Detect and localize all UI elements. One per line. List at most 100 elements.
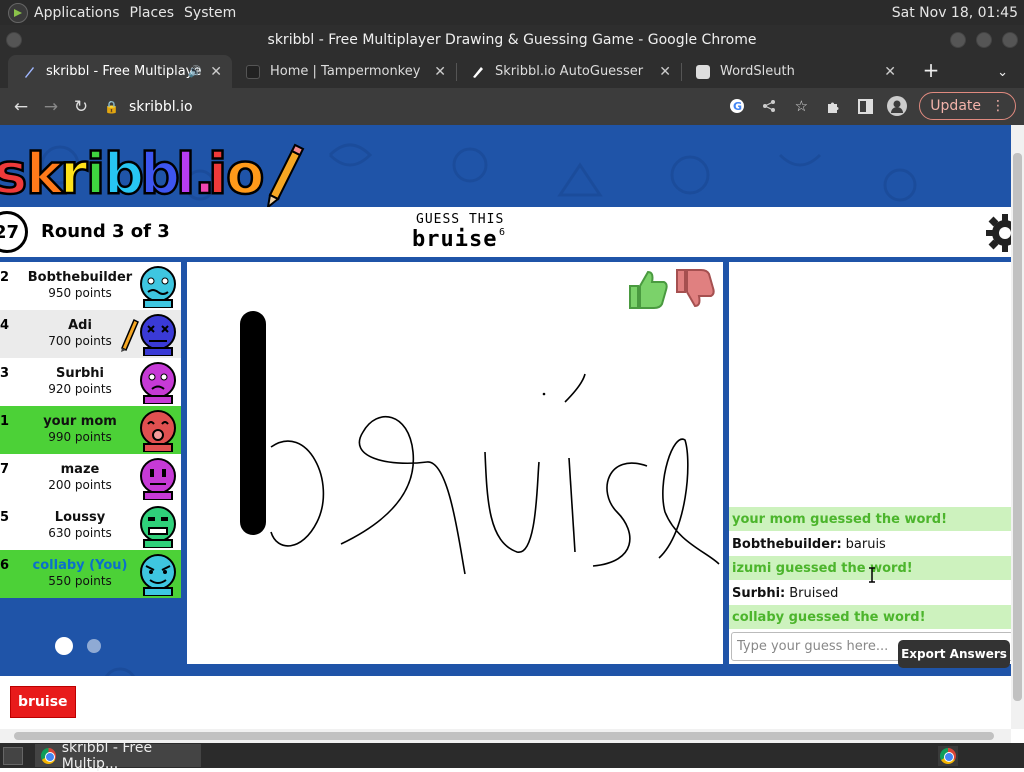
- page-footer-area: [0, 676, 1011, 729]
- tab-search-chevron-icon[interactable]: ⌄: [997, 65, 1008, 80]
- guess-this-label: GUESS THIS: [416, 212, 505, 227]
- close-tab-icon[interactable]: ✕: [659, 64, 671, 80]
- round-timer: 27: [0, 211, 28, 253]
- tab-skribbl[interactable]: skribbl - Free Multiplaye 🔊 ✕: [8, 55, 232, 88]
- clock[interactable]: Sat Nov 18, 01:45: [892, 5, 1024, 21]
- minimize-button[interactable]: [950, 32, 966, 48]
- update-button[interactable]: Update ⋮: [919, 92, 1016, 120]
- thumbs-up-icon[interactable]: [624, 266, 670, 312]
- tab-autoguesser[interactable]: Skribbl.io AutoGuesser ✕: [457, 55, 681, 88]
- menu-applications[interactable]: Applications: [34, 5, 130, 21]
- profile-avatar-icon[interactable]: [887, 96, 908, 116]
- vertical-scrollbar[interactable]: [1011, 125, 1024, 729]
- url-text[interactable]: skribbl.io: [129, 99, 193, 115]
- window-menu-icon[interactable]: [6, 32, 22, 48]
- svg-text:l: l: [176, 142, 194, 207]
- chat-message-correct: your mom guessed the word!: [729, 507, 1011, 531]
- svg-text:b: b: [140, 142, 179, 207]
- player-avatar-icon: [140, 458, 176, 500]
- player-rank: 4: [0, 318, 10, 333]
- svg-text:s: s: [0, 142, 26, 207]
- drawing-strokes: [240, 311, 720, 575]
- audio-playing-icon[interactable]: 🔊: [188, 65, 202, 78]
- tampermonkey-favicon-icon: [246, 64, 260, 79]
- player-row[interactable]: 6 collaby (You) 550 points: [0, 550, 181, 598]
- new-tab-button[interactable]: +: [916, 58, 946, 82]
- player-row[interactable]: 3 Surbhi 920 points: [0, 358, 181, 406]
- forward-arrow-icon[interactable]: →: [36, 97, 66, 117]
- svg-text:r: r: [60, 142, 88, 207]
- skribbl-favicon-icon: [22, 65, 36, 79]
- chat-message-correct: collaby guessed the word!: [729, 605, 1011, 629]
- chat-text: baruis: [845, 536, 886, 552]
- distro-logo-icon[interactable]: [8, 2, 28, 23]
- round-indicator: Round 3 of 3: [41, 221, 170, 242]
- close-window-button[interactable]: [1002, 32, 1018, 48]
- address-bar[interactable]: 🔒 skribbl.io: [104, 92, 804, 122]
- player-avatar-icon: [140, 314, 176, 356]
- thumbs-down-icon[interactable]: [671, 266, 717, 312]
- close-tab-icon[interactable]: ✕: [434, 64, 446, 80]
- export-answers-button[interactable]: Export Answers: [898, 640, 1010, 668]
- taskbar-task-label: skribbl - Free Multip...: [61, 739, 153, 772]
- window-title: skribbl - Free Multiplayer Drawing & Gue…: [267, 32, 757, 48]
- settings-gear-icon[interactable]: [985, 213, 1011, 253]
- tray-chrome-icon[interactable]: [938, 745, 958, 766]
- tab-wordsleuth[interactable]: WordSleuth ✕: [682, 55, 906, 88]
- bookmark-star-icon[interactable]: ☆: [791, 96, 811, 116]
- player-points: 990 points: [48, 430, 112, 444]
- extensions-puzzle-icon[interactable]: [823, 96, 843, 116]
- chrome-icon: [41, 747, 56, 764]
- back-arrow-icon[interactable]: ←: [6, 97, 36, 117]
- player-name: your mom: [43, 414, 117, 429]
- google-lens-icon[interactable]: G: [727, 96, 747, 116]
- player-name: maze: [60, 462, 100, 477]
- word-length: 6: [499, 227, 506, 238]
- tab-label: skribbl - Free Multiplaye: [46, 64, 202, 79]
- chat-text: Bruised: [789, 585, 839, 601]
- pager-dot-active[interactable]: [55, 637, 73, 655]
- kebab-menu-icon: ⋮: [991, 98, 1005, 114]
- lock-icon[interactable]: 🔒: [104, 100, 119, 114]
- reload-icon[interactable]: ↻: [66, 97, 96, 117]
- player-row[interactable]: 1 your mom 990 points: [0, 406, 181, 454]
- menu-places[interactable]: Places: [130, 5, 185, 21]
- drawing-canvas[interactable]: [187, 262, 723, 664]
- browser-toolbar: ← → ↻ 🔒 skribbl.io G ☆ Update ⋮: [0, 88, 1024, 125]
- svg-text:b: b: [104, 142, 143, 207]
- chat-message: Surbhi: Bruised: [729, 581, 1011, 605]
- player-points: 920 points: [48, 382, 112, 396]
- close-tab-icon[interactable]: ✕: [210, 64, 222, 80]
- player-name: Loussy: [54, 510, 106, 525]
- svg-text:i: i: [86, 142, 104, 207]
- tab-strip: skribbl - Free Multiplaye 🔊 ✕ Home | Tam…: [0, 55, 1024, 88]
- player-name: Surbhi: [55, 366, 105, 381]
- player-row[interactable]: 5 Loussy 630 points: [0, 502, 181, 550]
- side-panel-icon[interactable]: [855, 96, 875, 116]
- tab-label: WordSleuth: [720, 64, 795, 79]
- player-row[interactable]: 7 maze 200 points: [0, 454, 181, 502]
- close-tab-icon[interactable]: ✕: [884, 64, 896, 80]
- chat-message: Bobthebuilder: baruis: [729, 532, 1011, 556]
- svg-text:i: i: [208, 142, 226, 207]
- scrollbar-thumb[interactable]: [1013, 153, 1022, 701]
- chat-panel: your mom guessed the word! Bobthebuilder…: [729, 262, 1011, 664]
- chat-text: collaby guessed the word!: [732, 609, 926, 625]
- pager-dot[interactable]: [87, 639, 101, 653]
- player-points: 550 points: [48, 574, 112, 588]
- game-header-bar: 27 Round 3 of 3 GUESS THIS bruise 6: [0, 207, 1011, 257]
- player-row[interactable]: 4 Adi 700 points: [0, 310, 181, 358]
- toolbar-actions: G ☆ Update ⋮: [727, 92, 1016, 120]
- player-row[interactable]: 2 Bobthebuilder 950 points: [0, 262, 181, 310]
- player-list: 2 Bobthebuilder 950 points 4 Adi 700 poi…: [0, 262, 181, 598]
- show-desktop-icon[interactable]: [3, 746, 23, 765]
- window-titlebar: skribbl - Free Multiplayer Drawing & Gue…: [0, 25, 1024, 55]
- player-rank: 7: [0, 462, 10, 477]
- page-viewport: s k r i b b l . i o 27 Round 3 of 3 GUES…: [0, 125, 1011, 729]
- share-icon[interactable]: [759, 96, 779, 116]
- answer-chip[interactable]: bruise: [10, 686, 76, 718]
- maximize-button[interactable]: [976, 32, 992, 48]
- taskbar-chrome-window[interactable]: skribbl - Free Multip...: [35, 740, 201, 772]
- menu-system[interactable]: System: [184, 5, 246, 21]
- tab-tampermonkey[interactable]: Home | Tampermonkey ✕: [232, 55, 456, 88]
